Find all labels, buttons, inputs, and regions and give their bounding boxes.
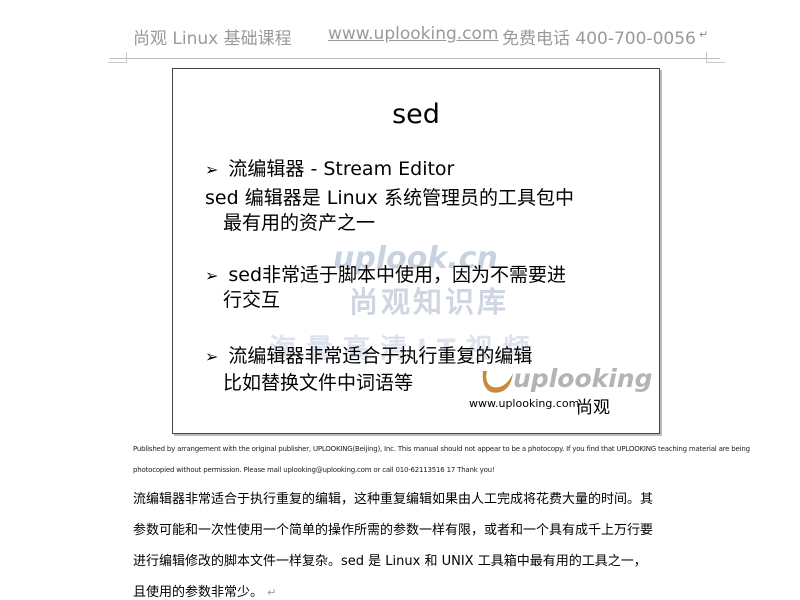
paragraph-mark-icon: ↵ — [699, 28, 709, 41]
website-link[interactable]: www.uplooking.com — [328, 24, 499, 44]
uplooking-logo: uplooking — [513, 364, 653, 393]
paragraph-line: 参数可能和一次性使用一个简单的操作所需的参数一样有限，或者和一个具有成千上万行要 — [133, 523, 654, 538]
bullet-text: 流编辑器 - Stream Editor — [228, 158, 455, 180]
logo-chinese-name: 尚观 — [576, 398, 610, 418]
bullet-text: 流编辑器非常适合于执行重复的编辑 — [228, 345, 533, 367]
paragraph-line: 进行编辑修改的脚本文件一样复杂。sed 是 Linux 和 UNIX 工具箱中最… — [133, 554, 647, 569]
page-header: 尚观 Linux 基础课程 www.uplooking.com 免费电话 400… — [133, 24, 713, 50]
bullet-arrow-icon: ➢ — [205, 266, 219, 285]
logo-url: www.uplooking.com — [469, 397, 580, 410]
bullet-script-use: ➢ sed非常适于脚本中使用，因为不需要进 — [205, 263, 566, 288]
body-line: sed 编辑器是 Linux 系统管理员的工具包中 — [205, 187, 574, 209]
paragraph-line: 流编辑器非常适合于执行重复的编辑，这种重复编辑如果由人工完成将花费大量的时间。其 — [133, 492, 654, 507]
body-line: 最有用的资产之一 — [223, 212, 376, 234]
phone-number: 免费电话 400-700-0056 — [502, 29, 696, 49]
copyright-notice-line: Published by arrangement with the origin… — [133, 445, 750, 453]
bullet-arrow-icon: ➢ — [205, 347, 219, 366]
course-title: 尚观 Linux 基础课程 — [133, 29, 292, 49]
paragraph-mark-icon: ↵ — [267, 586, 277, 599]
bullet-arrow-icon: ➢ — [205, 160, 219, 179]
uplooking-swoosh-icon — [482, 371, 513, 393]
slide-title: sed — [392, 99, 440, 130]
copyright-notice-line: photocopied without permission. Please m… — [133, 466, 495, 474]
bullet-stream-editor: ➢ 流编辑器 - Stream Editor — [205, 157, 454, 182]
slide-image: uplook.cn 尚观知识库 海量高清IT视频 sed ➢ 流编辑器 - Str… — [172, 68, 660, 434]
bullet-continuation: 比如替换文件中词语等 — [223, 372, 414, 394]
bullet-text: sed非常适于脚本中使用，因为不需要进 — [228, 264, 567, 286]
bullet-continuation: 行交互 — [223, 289, 281, 311]
paragraph-line-last: 且使用的参数非常少。 ↵ — [133, 581, 276, 600]
header-divider — [110, 58, 720, 59]
paragraph-text: 且使用的参数非常少。 — [133, 585, 264, 600]
